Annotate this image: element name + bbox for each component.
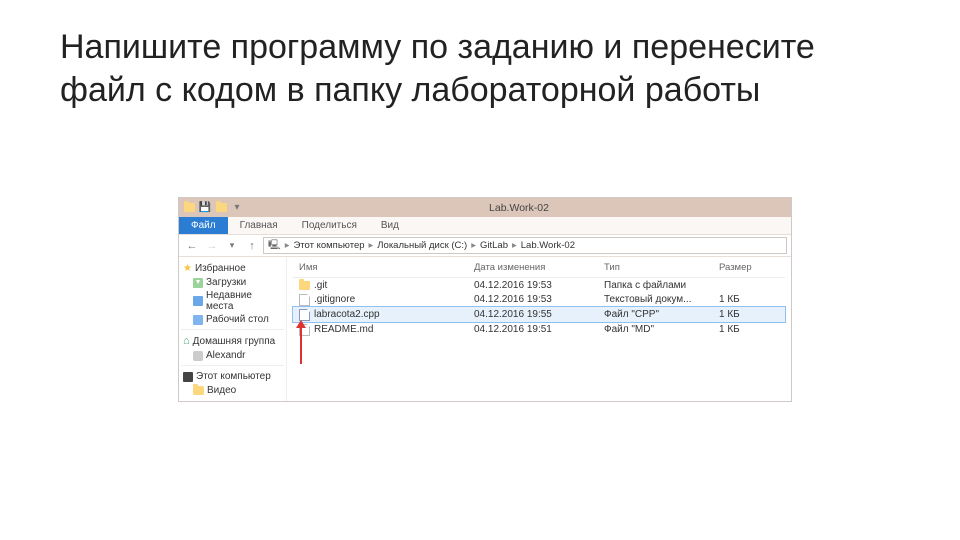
titlebar: 💾 ▾ Lab.Work-02	[179, 198, 791, 217]
nav-row: ← → ▾ ↑ 🖳 ▸ Этот компьютер ▸ Локальный д…	[179, 235, 791, 257]
tab-share[interactable]: Поделиться	[290, 217, 369, 234]
breadcrumb[interactable]: 🖳 ▸ Этот компьютер ▸ Локальный диск (C:)…	[263, 237, 787, 254]
sidebar-item-label: Недавние места	[206, 290, 282, 312]
col-size[interactable]: Размер	[719, 262, 769, 273]
file-size: 1 КБ	[719, 324, 769, 335]
pc-icon	[183, 372, 193, 382]
file-type: Файл "MD"	[604, 324, 719, 335]
sidebar-item-label: Избранное	[195, 263, 246, 274]
file-type: Текстовый докум...	[604, 294, 719, 305]
file-name: labracota2.cpp	[314, 309, 380, 320]
table-row[interactable]: labracota2.cpp 04.12.2016 19:55 Файл "CP…	[293, 307, 785, 322]
file-icon	[299, 294, 310, 306]
sidebar-item-label: Видео	[207, 385, 236, 396]
file-name: .git	[314, 280, 327, 291]
file-date: 04.12.2016 19:53	[474, 280, 604, 291]
sidebar-videos[interactable]: Видео	[181, 384, 284, 397]
tab-view[interactable]: Вид	[369, 217, 411, 234]
sidebar-item-label: Рабочий стол	[206, 314, 269, 325]
sidebar-user[interactable]: Alexandr	[181, 349, 284, 362]
file-type: Папка с файлами	[604, 280, 719, 291]
quick-save-icon[interactable]: 💾	[199, 202, 211, 214]
nav-recent-icon[interactable]: ▾	[223, 237, 241, 255]
file-size: 1 КБ	[719, 294, 769, 305]
window-title: Lab.Work-02	[247, 202, 791, 214]
file-type: Файл "CPP"	[604, 309, 719, 320]
col-name[interactable]: Имя	[299, 262, 474, 273]
nav-back-icon[interactable]: ←	[183, 237, 201, 255]
breadcrumb-sep-icon: ▸	[510, 240, 519, 251]
sidebar-item-label: Этот компьютер	[196, 371, 271, 382]
sidebar-desktop[interactable]: Рабочий стол	[181, 313, 284, 326]
file-name: .gitignore	[314, 294, 355, 305]
folder-icon	[193, 386, 204, 395]
file-date: 04.12.2016 19:55	[474, 309, 604, 320]
download-icon	[193, 278, 203, 288]
sidebar-item-label: Загрузки	[206, 277, 246, 288]
sidebar-homegroup[interactable]: ⌂Домашняя группа	[181, 333, 284, 349]
col-date[interactable]: Дата изменения	[474, 262, 604, 273]
ribbon-tabs: Файл Главная Поделиться Вид	[179, 217, 791, 235]
slide-title: Напишите программу по заданию и перенеси…	[0, 0, 960, 111]
file-date: 04.12.2016 19:51	[474, 324, 604, 335]
column-headers[interactable]: Имя Дата изменения Тип Размер	[293, 259, 785, 278]
quick-props-icon[interactable]	[215, 202, 227, 214]
titlebar-left: 💾 ▾	[179, 202, 247, 214]
breadcrumb-sep-icon: ▸	[367, 240, 376, 251]
pc-icon: 🖳	[268, 238, 281, 254]
file-name: README.md	[314, 324, 373, 335]
titlebar-dropdown-icon[interactable]: ▾	[231, 202, 243, 214]
user-icon	[193, 351, 203, 361]
star-icon: ★	[183, 263, 192, 274]
breadcrumb-item[interactable]: Этот компьютер	[293, 240, 364, 251]
table-row[interactable]: .gitignore 04.12.2016 19:53 Текстовый до…	[293, 292, 785, 307]
breadcrumb-item[interactable]: Локальный диск (C:)	[377, 240, 467, 251]
explorer-window: 💾 ▾ Lab.Work-02 Файл Главная Поделиться …	[178, 197, 792, 402]
col-type[interactable]: Тип	[604, 262, 719, 273]
nav-forward-icon[interactable]: →	[203, 237, 221, 255]
sidebar-thispc[interactable]: Этот компьютер	[181, 369, 284, 384]
sidebar-item-label: Домашняя группа	[193, 336, 276, 347]
table-row[interactable]: .git 04.12.2016 19:53 Папка с файлами	[293, 278, 785, 292]
annotation-arrow-icon	[300, 326, 302, 364]
breadcrumb-item[interactable]: Lab.Work-02	[521, 240, 575, 251]
recent-icon	[193, 296, 203, 306]
breadcrumb-item[interactable]: GitLab	[480, 240, 508, 251]
body-area: ★Избранное Загрузки Недавние места Рабоч…	[179, 257, 791, 401]
sidebar-downloads[interactable]: Загрузки	[181, 276, 284, 289]
desktop-icon	[193, 315, 203, 325]
breadcrumb-sep-icon: ▸	[283, 240, 292, 251]
sidebar-favorites[interactable]: ★Избранное	[181, 261, 284, 276]
table-row[interactable]: README.md 04.12.2016 19:51 Файл "MD" 1 К…	[293, 322, 785, 337]
cpp-file-icon	[299, 309, 310, 321]
sidebar: ★Избранное Загрузки Недавние места Рабоч…	[179, 257, 287, 401]
nav-up-icon[interactable]: ↑	[243, 237, 261, 255]
breadcrumb-sep-icon: ▸	[469, 240, 478, 251]
folder-icon	[299, 281, 310, 290]
file-size: 1 КБ	[719, 309, 769, 320]
file-list: Имя Дата изменения Тип Размер .git 04.12…	[287, 257, 791, 401]
tab-file[interactable]: Файл	[179, 217, 228, 234]
sidebar-item-label: Alexandr	[206, 350, 245, 361]
tab-home[interactable]: Главная	[228, 217, 290, 234]
file-date: 04.12.2016 19:53	[474, 294, 604, 305]
folder-icon	[183, 202, 195, 214]
sidebar-recent[interactable]: Недавние места	[181, 289, 284, 313]
homegroup-icon: ⌂	[183, 335, 190, 347]
